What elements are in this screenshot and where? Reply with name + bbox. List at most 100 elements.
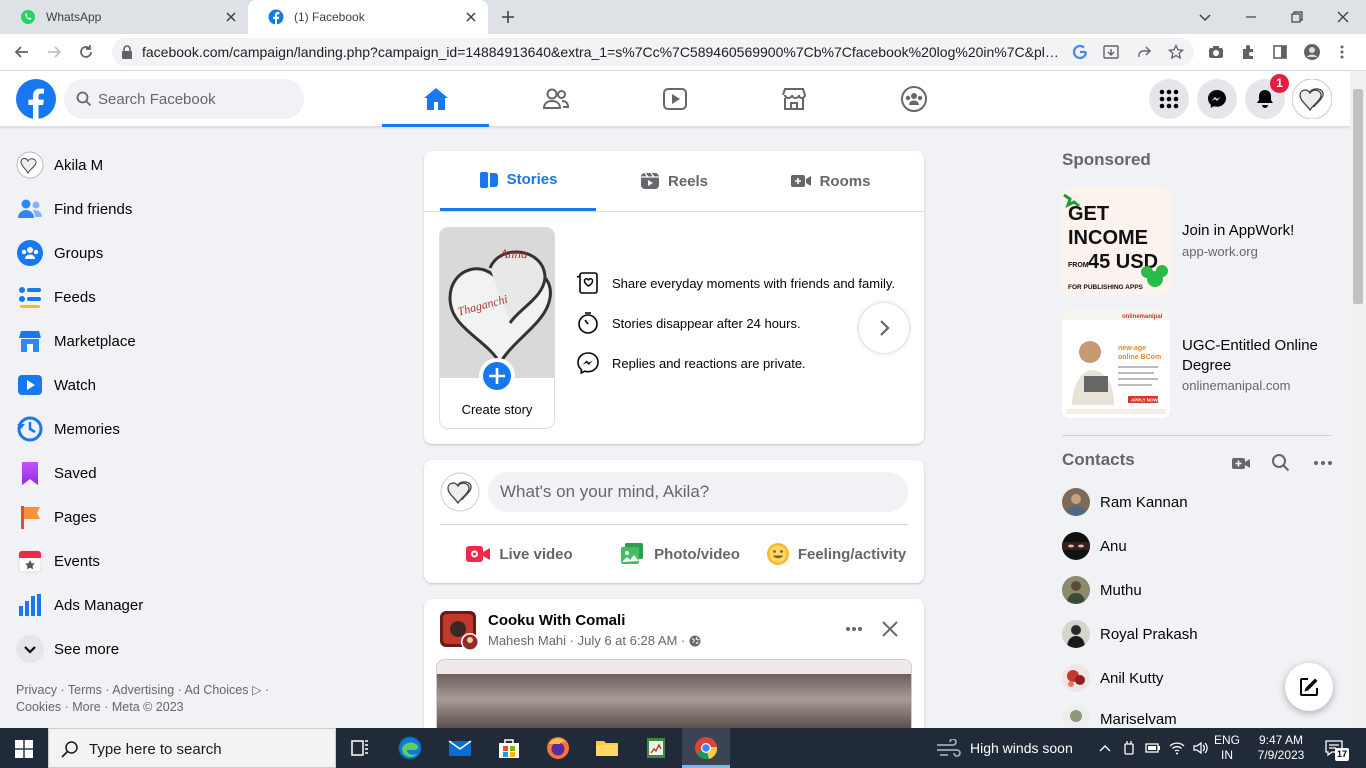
reload-icon[interactable]: [78, 44, 94, 60]
search-input[interactable]: [98, 79, 298, 119]
edge-icon[interactable]: [398, 736, 422, 760]
search-box[interactable]: [64, 79, 304, 119]
wifi-icon[interactable]: [1169, 740, 1185, 756]
stories-next-button[interactable]: [859, 303, 909, 353]
sidebar-item-pages[interactable]: Pages: [8, 495, 348, 539]
install-app-icon[interactable]: [1103, 44, 1119, 60]
taskbar-search[interactable]: Type here to search: [48, 728, 336, 768]
tab-rooms[interactable]: Rooms: [752, 151, 908, 211]
sidebar-item-watch[interactable]: Watch: [8, 363, 348, 407]
more-options-icon[interactable]: [1313, 453, 1333, 473]
share-icon[interactable]: [1136, 44, 1152, 60]
google-lens-icon[interactable]: [1072, 44, 1088, 60]
sidebar-item-find-friends[interactable]: Find friends: [8, 187, 348, 231]
whats-on-your-mind-input[interactable]: What's on your mind, Akila?: [488, 472, 908, 512]
sidebar-item-feeds[interactable]: Feeds: [8, 275, 348, 319]
hide-post-icon[interactable]: [880, 619, 900, 639]
usb-icon[interactable]: [1121, 740, 1137, 756]
ad-onlinemanipal[interactable]: onlinemanipal new-age online BCom APPLY NOW…: [1062, 310, 1332, 420]
sidebar-item-memories[interactable]: Memories: [8, 407, 348, 451]
profile-icon[interactable]: [1304, 44, 1320, 60]
extensions-icon[interactable]: [1240, 44, 1256, 60]
saved-icon: [22, 462, 38, 485]
footer-links[interactable]: Privacy · Terms · Advertising · Ad Choic…: [16, 682, 286, 716]
sidebar-item-events[interactable]: Events: [8, 539, 348, 583]
url-text: facebook.com/campaign/landing.php?campai…: [142, 44, 1062, 60]
sidebar-item-groups[interactable]: Groups: [8, 231, 348, 275]
tab-whatsapp[interactable]: WhatsApp: [0, 0, 248, 34]
weather-widget[interactable]: High winds soon: [936, 739, 1073, 757]
sidebar-item-saved[interactable]: Saved: [8, 451, 348, 495]
nav-watch[interactable]: [621, 71, 728, 127]
sidebar-item-marketplace[interactable]: Marketplace: [8, 319, 348, 363]
tab-reels[interactable]: Reels: [596, 151, 752, 211]
menu-button[interactable]: [1149, 79, 1189, 119]
contact-avatar: [1062, 532, 1090, 560]
mail-icon[interactable]: [448, 736, 472, 760]
camera-icon[interactable]: [1208, 44, 1224, 60]
firefox-icon[interactable]: [546, 736, 570, 760]
minimize-icon[interactable]: [1243, 9, 1259, 25]
post-media[interactable]: [436, 659, 912, 739]
add-story-button[interactable]: [479, 358, 515, 394]
side-panel-icon[interactable]: [1272, 44, 1288, 60]
spreadsheet-app-icon[interactable]: [644, 736, 668, 760]
live-video-button[interactable]: Live video: [444, 536, 594, 572]
show-hidden-icons-icon[interactable]: [1097, 740, 1113, 756]
facebook-header: 1: [0, 71, 1350, 127]
create-story-card[interactable]: Anna Thaganchi Create story: [440, 228, 554, 428]
nav-friends[interactable]: [502, 71, 609, 127]
new-tab-icon[interactable]: [500, 9, 516, 25]
page-avatar[interactable]: [440, 611, 480, 651]
volume-icon[interactable]: [1192, 740, 1208, 756]
back-icon[interactable]: [14, 44, 30, 60]
messenger-button[interactable]: [1197, 79, 1237, 119]
contact-item[interactable]: Muthu: [1062, 572, 1332, 608]
restore-icon[interactable]: [1289, 9, 1305, 25]
browser-menu-icon[interactable]: [1334, 44, 1350, 60]
close-window-icon[interactable]: [1335, 9, 1351, 25]
nav-marketplace[interactable]: [740, 71, 847, 127]
lock-icon[interactable]: [121, 45, 133, 59]
ad-appwork[interactable]: GET INCOME FROM 45 USD FOR PUBLISHING APPS J…: [1062, 187, 1332, 297]
contact-item[interactable]: Anu: [1062, 528, 1332, 564]
sidebar-item-see-more[interactable]: See more: [8, 627, 348, 671]
bookmark-star-icon[interactable]: [1168, 44, 1184, 60]
close-tab-icon[interactable]: [224, 10, 238, 24]
nav-groups[interactable]: [860, 71, 967, 127]
search-contacts-icon[interactable]: [1271, 453, 1291, 473]
globe-icon: [689, 635, 701, 646]
contact-item[interactable]: Royal Prakash: [1062, 616, 1332, 652]
page-scrollbar[interactable]: [1350, 71, 1366, 728]
contact-item[interactable]: Ram Kannan: [1062, 484, 1332, 520]
nav-home[interactable]: [382, 71, 489, 127]
sidebar-item-profile[interactable]: Akila M: [8, 143, 348, 187]
task-view-icon[interactable]: [348, 736, 372, 760]
facebook-logo[interactable]: [16, 79, 56, 119]
contact-item[interactable]: Mariselvam: [1062, 704, 1332, 728]
store-icon[interactable]: [497, 736, 521, 760]
tab-search-icon[interactable]: [1197, 9, 1213, 25]
post-page-name[interactable]: Cooku With Comali: [488, 612, 625, 629]
tab-facebook[interactable]: (1) Facebook: [248, 0, 488, 34]
file-explorer-icon[interactable]: [595, 736, 619, 760]
sidebar-item-ads-manager[interactable]: Ads Manager: [8, 583, 348, 627]
clock[interactable]: 9:47 AM 7/9/2023: [1250, 733, 1312, 763]
chrome-taskbar-button[interactable]: [682, 728, 730, 768]
scrollbar-thumb[interactable]: [1353, 89, 1363, 304]
new-message-button[interactable]: [1285, 663, 1333, 711]
avatar[interactable]: [440, 472, 480, 512]
forward-icon[interactable]: [46, 44, 62, 60]
input-language[interactable]: ENG IN: [1214, 733, 1240, 763]
more-options-icon[interactable]: [844, 619, 864, 639]
post-author-time[interactable]: Mahesh Mahi · July 6 at 6:28 AM ·: [488, 633, 685, 648]
feeling-activity-button[interactable]: Feeling/activity: [756, 536, 916, 572]
url-bar[interactable]: facebook.com/campaign/landing.php?campai…: [112, 38, 1194, 66]
close-tab-icon[interactable]: [464, 10, 478, 24]
battery-icon[interactable]: [1145, 740, 1161, 756]
start-button[interactable]: [0, 728, 48, 768]
tab-stories[interactable]: Stories: [440, 151, 596, 211]
photo-video-button[interactable]: Photo/video: [600, 536, 760, 572]
new-room-icon[interactable]: [1231, 453, 1251, 473]
account-avatar[interactable]: [1292, 79, 1332, 119]
